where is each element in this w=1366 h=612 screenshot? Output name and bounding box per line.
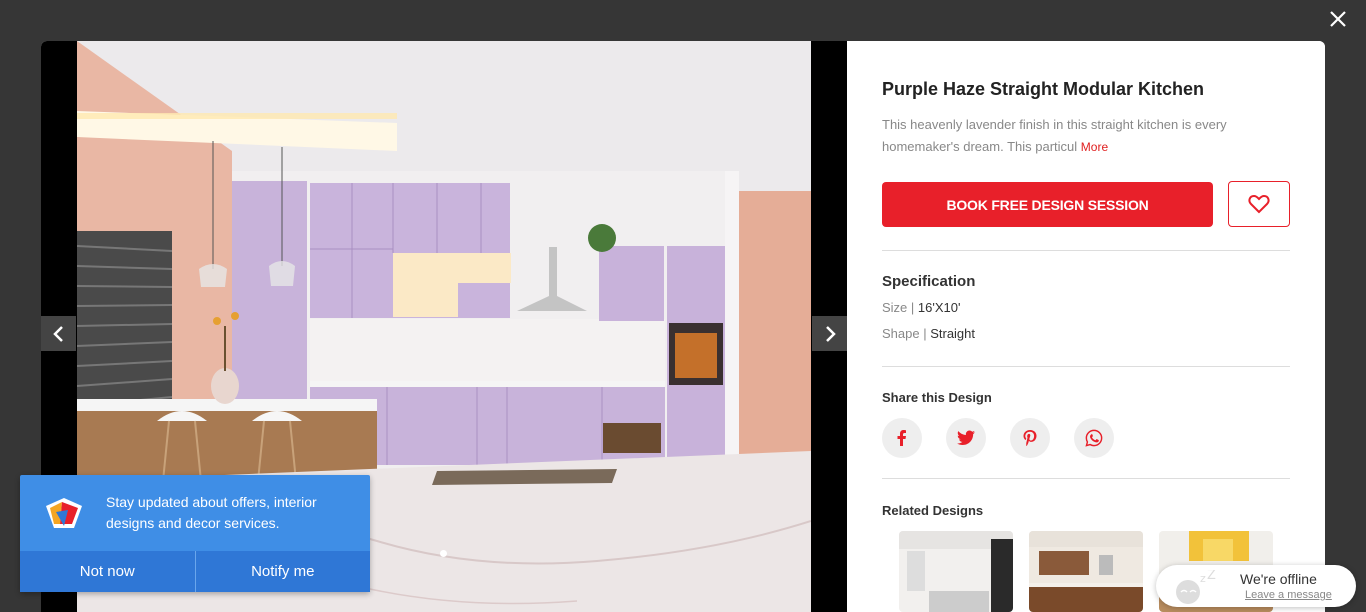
design-description: This heavenly lavender finish in this st… <box>882 114 1242 158</box>
spec-separator: | <box>919 326 931 341</box>
carousel-dot[interactable] <box>440 550 447 557</box>
chevron-left-icon <box>52 325 63 342</box>
notification-message: Stay updated about offers, interior desi… <box>106 494 317 531</box>
heart-icon <box>1248 194 1270 214</box>
twitter-icon <box>957 430 975 446</box>
spec-shape-key: Shape <box>882 326 920 341</box>
share-facebook-button[interactable] <box>882 418 922 458</box>
chat-widget[interactable]: z Z We're offline Leave a message <box>1156 565 1356 607</box>
notification-actions: Not now Notify me <box>20 551 370 592</box>
share-buttons <box>882 418 1114 458</box>
share-heading: Share this Design <box>882 390 992 405</box>
notify-me-button[interactable]: Notify me <box>196 551 371 592</box>
specification-heading: Specification <box>882 273 976 290</box>
spec-shape: Shape | Straight <box>882 326 975 341</box>
related-design-thumbnail[interactable] <box>1029 531 1143 612</box>
share-pinterest-button[interactable] <box>1010 418 1050 458</box>
favorite-button[interactable] <box>1228 181 1290 227</box>
notification-prompt: Stay updated about offers, interior desi… <box>20 475 370 592</box>
close-icon <box>1330 11 1346 27</box>
spec-shape-value: Straight <box>930 326 976 341</box>
more-link[interactable]: More <box>1081 140 1108 154</box>
leave-message-link[interactable]: Leave a message <box>1245 589 1332 601</box>
pinterest-icon <box>1023 430 1037 446</box>
whatsapp-icon <box>1085 429 1103 447</box>
sleeping-chat-icon: z Z <box>1176 570 1216 604</box>
next-image-button[interactable] <box>812 316 847 351</box>
spec-separator: | <box>907 300 918 315</box>
spec-size-key: Size <box>882 300 908 315</box>
related-design-thumbnail[interactable] <box>899 531 1013 612</box>
prev-image-button[interactable] <box>41 316 76 351</box>
close-button[interactable] <box>1326 7 1350 31</box>
facebook-icon <box>897 430 906 446</box>
design-title: Purple Haze Straight Modular Kitchen <box>882 79 1205 99</box>
chat-status: We're offline <box>1240 571 1317 587</box>
spec-size-value: 16'X10' <box>917 300 961 315</box>
spec-size: Size | 16'X10' <box>882 300 960 315</box>
divider <box>882 250 1290 251</box>
svg-text:z: z <box>1200 572 1206 585</box>
svg-text:Z: Z <box>1207 570 1216 583</box>
divider <box>882 366 1290 367</box>
not-now-button[interactable]: Not now <box>20 551 196 592</box>
book-design-session-button[interactable]: BOOK FREE DESIGN SESSION <box>882 182 1213 227</box>
share-whatsapp-button[interactable] <box>1074 418 1114 458</box>
divider <box>882 478 1290 479</box>
share-twitter-button[interactable] <box>946 418 986 458</box>
related-designs-heading: Related Designs <box>882 503 984 518</box>
design-details-panel: Purple Haze Straight Modular Kitchen Thi… <box>847 41 1325 612</box>
chevron-right-icon <box>825 325 836 342</box>
description-text: This heavenly lavender finish in this st… <box>882 117 1227 154</box>
brand-logo-icon <box>46 498 82 528</box>
